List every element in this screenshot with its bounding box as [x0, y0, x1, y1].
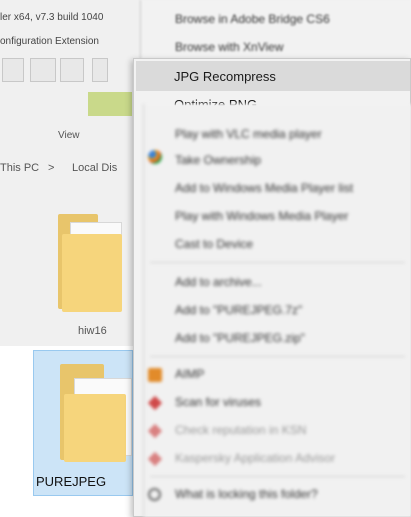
blurred-menu-area: Play with VLC media player Take Ownershi…: [0, 0, 411, 517]
menu-item-add-zip[interactable]: Add to "PUREJPEG.zip": [175, 331, 305, 345]
menu-item-add-7z[interactable]: Add to "PUREJPEG.7z": [175, 303, 302, 317]
menu-item-scan-viruses[interactable]: Scan for viruses: [175, 395, 261, 409]
menu-separator: [150, 476, 405, 477]
menu-item-cast-to-device[interactable]: Cast to Device: [175, 237, 253, 251]
menu-item-add-wmp-list[interactable]: Add to Windows Media Player list: [175, 181, 353, 195]
menu-item-locking-folder[interactable]: What is locking this folder?: [175, 487, 318, 501]
aimp-icon: [148, 368, 162, 382]
menu-item-add-archive[interactable]: Add to archive...: [175, 275, 262, 289]
menu-item-vlc[interactable]: Play with VLC media player: [175, 127, 322, 141]
menu-separator: [150, 262, 405, 263]
menu-item-play-wmp[interactable]: Play with Windows Media Player: [175, 209, 348, 223]
menu-item-kaspersky-advisor: Kaspersky Application Advisor: [175, 451, 336, 465]
search-icon: [148, 488, 161, 501]
menu-item-take-ownership[interactable]: Take Ownership: [175, 153, 261, 167]
shield-icon: [148, 150, 162, 164]
menu-separator: [150, 356, 405, 357]
menu-item-check-ksn: Check reputation in KSN: [175, 423, 307, 437]
menu-item-aimp[interactable]: AIMP: [175, 367, 204, 381]
